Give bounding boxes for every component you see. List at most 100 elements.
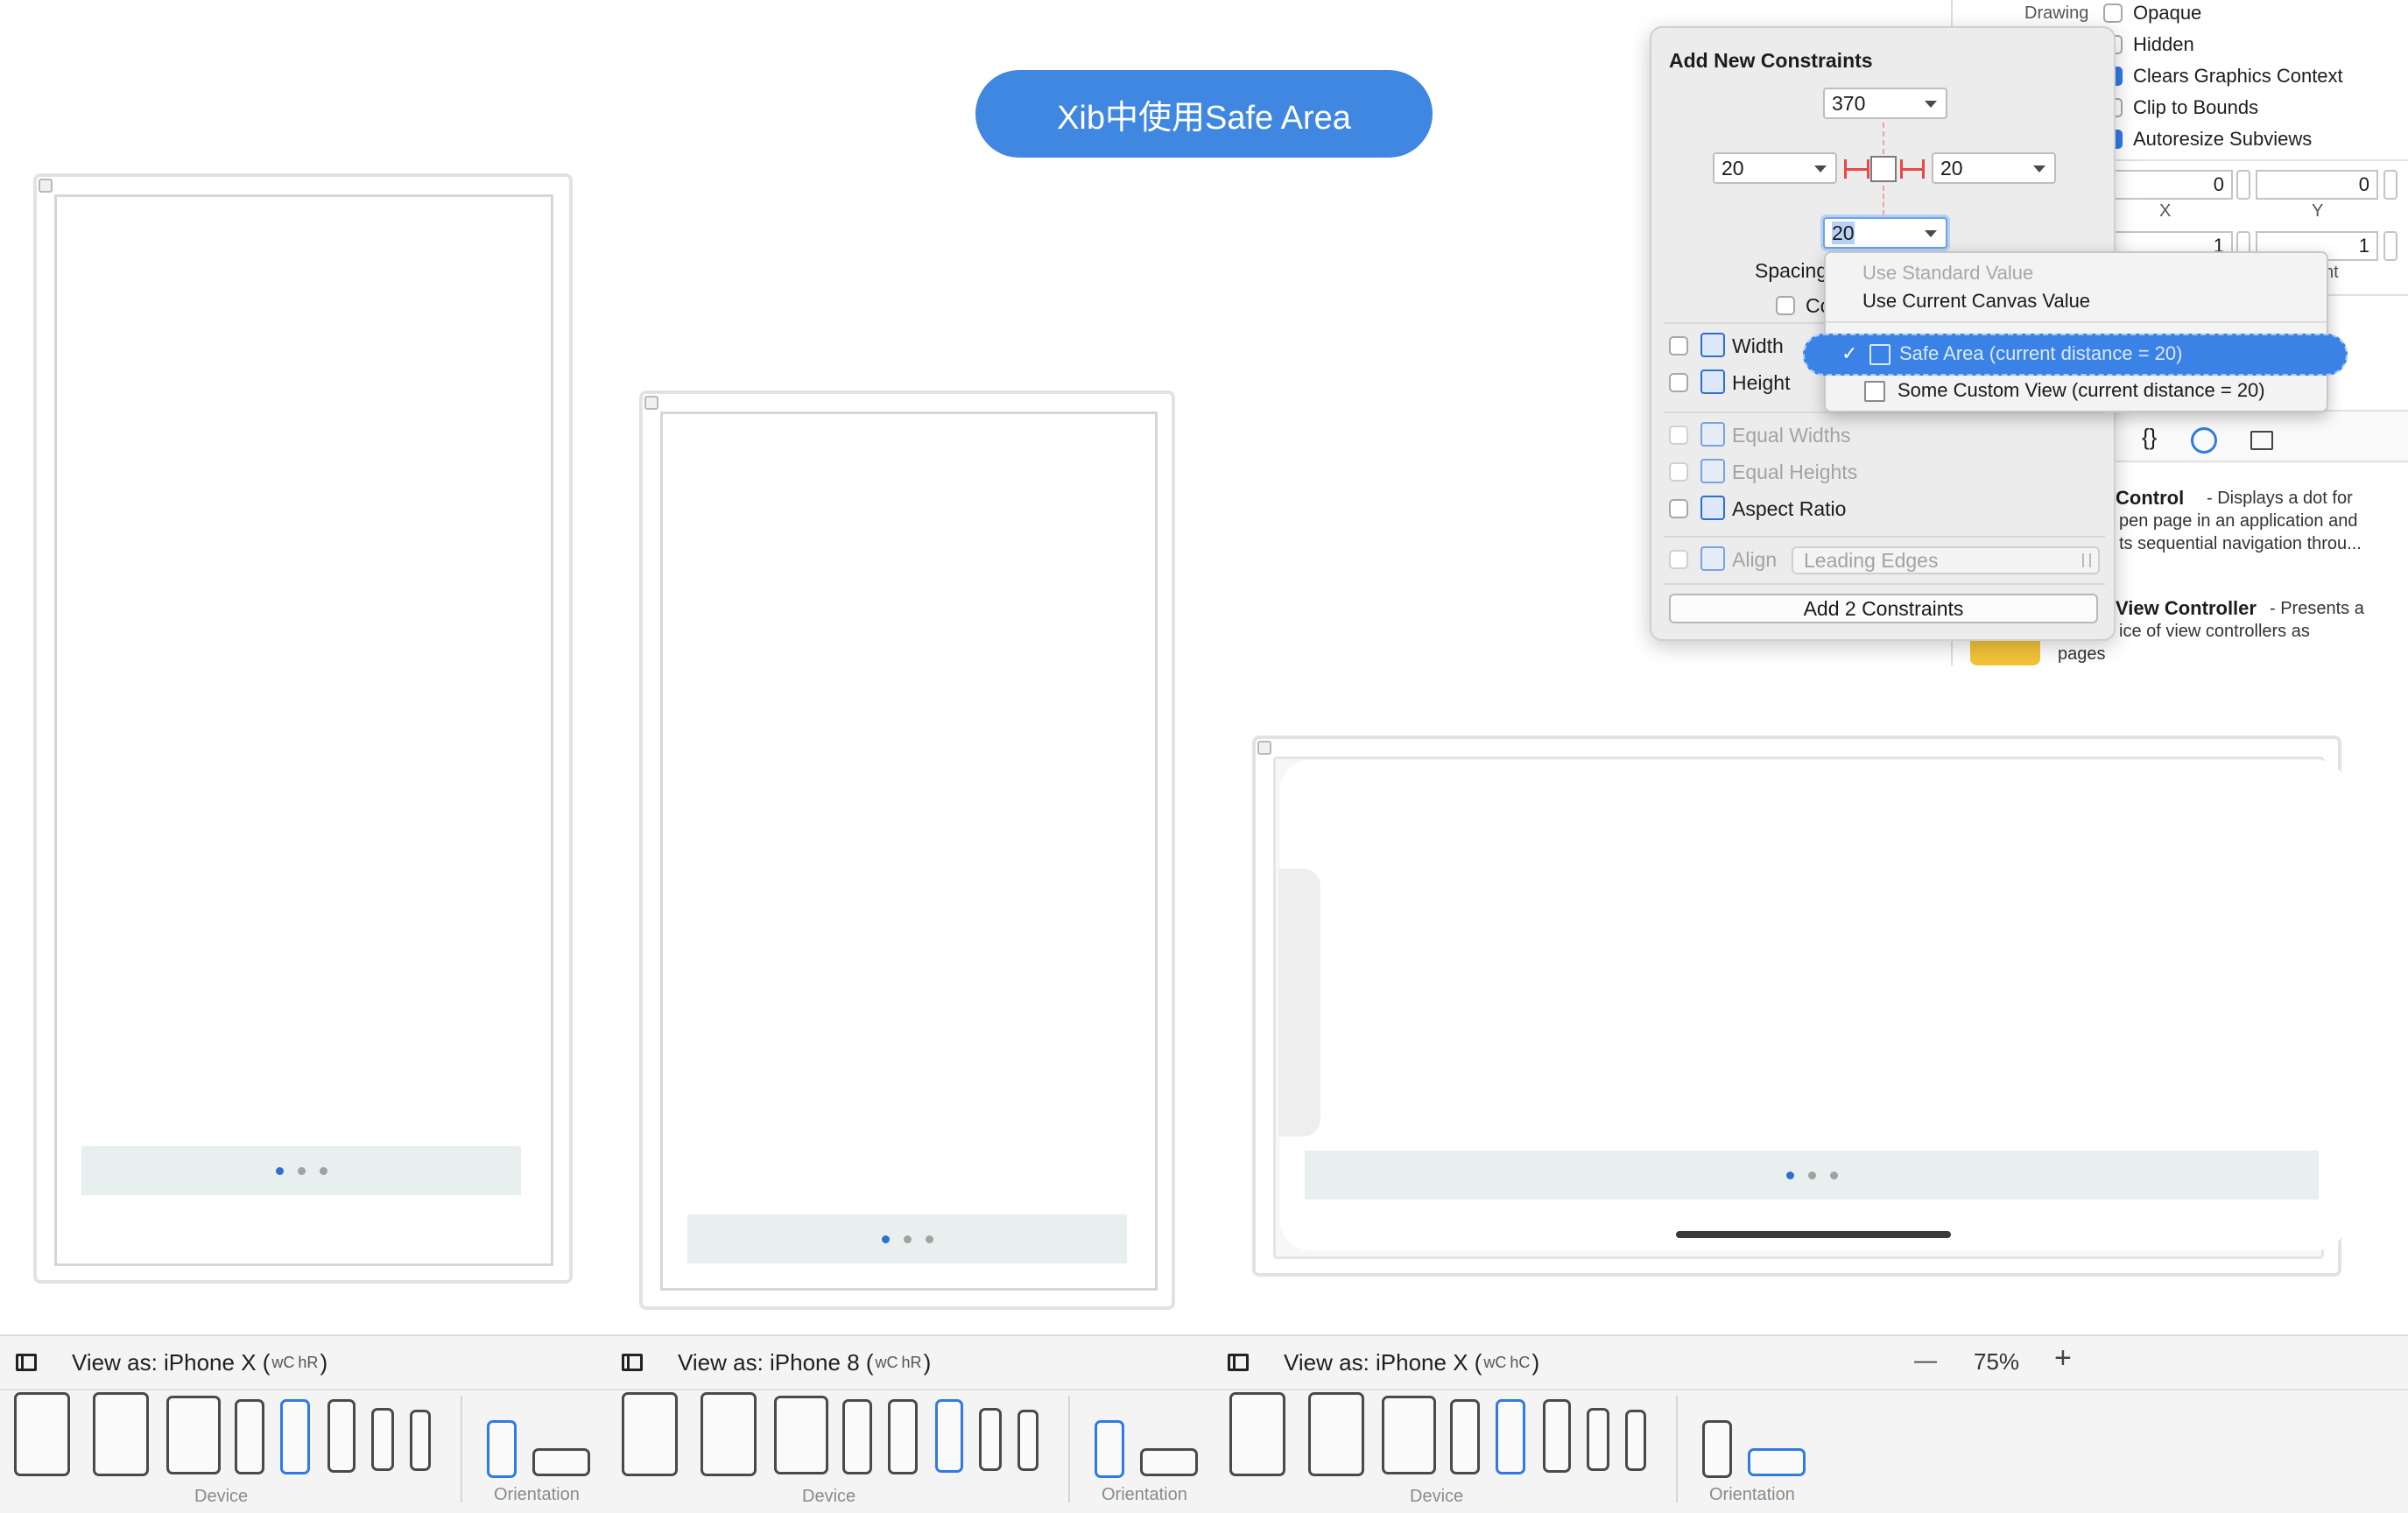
frame-resize-handle[interactable] <box>39 179 53 193</box>
bottom-constraint-field[interactable]: 20 <box>1823 217 1947 249</box>
chevron-down-icon[interactable] <box>1925 101 1937 108</box>
object-library-icon[interactable] <box>2191 427 2217 454</box>
x-stepper[interactable] <box>2236 170 2250 200</box>
title-pill: Xib中使用Safe Area <box>975 70 1433 158</box>
page-control-desc: - Displays a dot for <box>2207 489 2353 508</box>
page-control[interactable] <box>81 1146 521 1195</box>
device-option-icon[interactable] <box>235 1399 264 1474</box>
device-option-icon[interactable] <box>774 1396 828 1474</box>
left-ibeam[interactable] <box>1844 168 1869 171</box>
menu-item-custom-view[interactable]: Some Custom View (current distance = 20) <box>1898 379 2265 402</box>
y-stepper[interactable] <box>2383 170 2397 200</box>
device-option-icon[interactable] <box>842 1399 872 1474</box>
canvas-frame-iphonex-portrait[interactable] <box>33 173 573 1284</box>
align-popup[interactable]: Leading Edges <box>1792 546 2100 574</box>
frame-resize-handle[interactable] <box>644 396 658 410</box>
device-option-icon[interactable] <box>280 1399 310 1474</box>
device-option-icon[interactable] <box>371 1408 394 1471</box>
menu-item-use-standard: Use Standard Value <box>1862 262 2034 284</box>
y-label: Y <box>2312 201 2324 221</box>
device-option-icon[interactable] <box>410 1410 431 1471</box>
view-as-row[interactable]: View as: iPhone 8 (wC hR) <box>622 1336 931 1389</box>
device-option-icon[interactable] <box>1543 1399 1571 1473</box>
view-as-close: ) <box>1531 1348 1540 1376</box>
right-ibeam-cap <box>1922 159 1925 179</box>
zoom-out-button[interactable]: — <box>1914 1347 1937 1374</box>
equal-widths-label: Equal Widths <box>1732 424 1851 447</box>
device-option-icon[interactable] <box>14 1392 70 1476</box>
landscape-orientation-icon[interactable] <box>1140 1448 1198 1476</box>
y-field[interactable]: 0 <box>2256 170 2378 200</box>
height-stepper[interactable] <box>2383 231 2397 261</box>
right-constraint-field[interactable]: 20 <box>1932 152 2056 184</box>
width-checkbox[interactable] <box>1669 336 1688 355</box>
right-ibeam[interactable] <box>1900 168 1925 171</box>
equal-heights-checkbox[interactable] <box>1669 462 1688 482</box>
aspect-ratio-icon <box>1700 496 1725 520</box>
device-option-icon[interactable] <box>1450 1399 1480 1474</box>
sidebar-toggle-icon[interactable] <box>1228 1354 1249 1371</box>
device-option-icon[interactable] <box>1308 1392 1364 1476</box>
portrait-orientation-icon[interactable] <box>487 1420 517 1478</box>
canvas-frame-iphonex-landscape[interactable] <box>1252 735 2347 1277</box>
device-option-icon[interactable] <box>1496 1399 1525 1474</box>
height-checkbox[interactable] <box>1669 373 1688 392</box>
frame-resize-handle[interactable] <box>1257 741 1271 755</box>
device-option-icon[interactable] <box>1587 1408 1609 1471</box>
height-class: hC <box>1510 1353 1531 1371</box>
page-control[interactable] <box>1305 1151 2319 1200</box>
view-canvas[interactable] <box>54 194 553 1266</box>
canvas-frame-iphone8-portrait[interactable] <box>639 391 1175 1310</box>
device-option-icon[interactable] <box>888 1399 918 1474</box>
top-constraint-field[interactable]: 370 <box>1823 88 1947 119</box>
aspect-ratio-checkbox[interactable] <box>1669 499 1688 518</box>
divider <box>1664 536 2105 538</box>
add-constraints-button[interactable]: Add 2 Constraints <box>1669 594 2098 623</box>
bottom-ibeam[interactable] <box>1883 186 1884 215</box>
device-option-icon[interactable] <box>327 1399 356 1473</box>
left-ibeam-cap <box>1844 159 1847 179</box>
constrain-margins-checkbox[interactable] <box>1776 296 1795 315</box>
sidebar-toggle-icon[interactable] <box>622 1354 643 1371</box>
landscape-orientation-icon[interactable] <box>1748 1448 1806 1476</box>
device-option-icon[interactable] <box>1017 1410 1039 1471</box>
portrait-orientation-icon[interactable] <box>1702 1420 1732 1478</box>
device-option-icon[interactable] <box>701 1392 757 1476</box>
device-option-icon[interactable] <box>1229 1392 1285 1476</box>
align-checkbox[interactable] <box>1669 550 1688 569</box>
device-option-icon[interactable] <box>935 1399 963 1473</box>
opaque-checkbox[interactable] <box>2103 4 2123 23</box>
device-option-icon[interactable] <box>166 1396 221 1474</box>
view-canvas[interactable] <box>660 412 1158 1291</box>
media-library-icon[interactable] <box>2250 431 2273 450</box>
portrait-orientation-icon[interactable] <box>1095 1420 1124 1478</box>
code-snippets-icon[interactable]: {} <box>2142 424 2157 451</box>
page-control[interactable] <box>687 1214 1127 1263</box>
left-constraint-field[interactable]: 20 <box>1713 152 1837 184</box>
orientation-group-label: Orientation <box>494 1485 580 1504</box>
chevron-down-icon[interactable] <box>1814 165 1827 172</box>
zoom-in-button[interactable]: + <box>2054 1341 2072 1376</box>
drawing-label: Drawing <box>2024 4 2089 23</box>
sidebar-toggle-icon[interactable] <box>16 1354 37 1371</box>
menu-item-safe-area[interactable]: ✓ Safe Area (current distance = 20) <box>1803 334 2348 376</box>
top-ibeam[interactable] <box>1883 123 1884 154</box>
device-option-icon[interactable] <box>1625 1410 1646 1471</box>
x-field[interactable]: 0 <box>2110 170 2233 200</box>
device-option-icon[interactable] <box>1382 1396 1436 1474</box>
checkmark-icon: ✓ <box>1841 342 1858 364</box>
chevron-down-icon[interactable] <box>1925 230 1937 237</box>
view-as-row[interactable]: View as: iPhone X (wC hR) <box>16 1336 327 1389</box>
device-option-icon[interactable] <box>979 1408 1002 1471</box>
bottom-constraint-value: 20 <box>1832 222 1855 244</box>
page-dot <box>297 1166 306 1175</box>
device-option-icon[interactable] <box>93 1392 149 1476</box>
landscape-orientation-icon[interactable] <box>532 1448 590 1476</box>
menu-item-use-canvas[interactable]: Use Current Canvas Value <box>1862 290 2090 313</box>
chevron-down-icon[interactable] <box>2033 165 2045 172</box>
equal-widths-checkbox[interactable] <box>1669 426 1688 445</box>
view-as-row[interactable]: View as: iPhone X (wC hC) <box>1228 1336 1539 1389</box>
device-option-icon[interactable] <box>622 1392 678 1476</box>
equal-heights-label: Equal Heights <box>1732 461 1858 483</box>
width-class: wC <box>875 1353 898 1371</box>
